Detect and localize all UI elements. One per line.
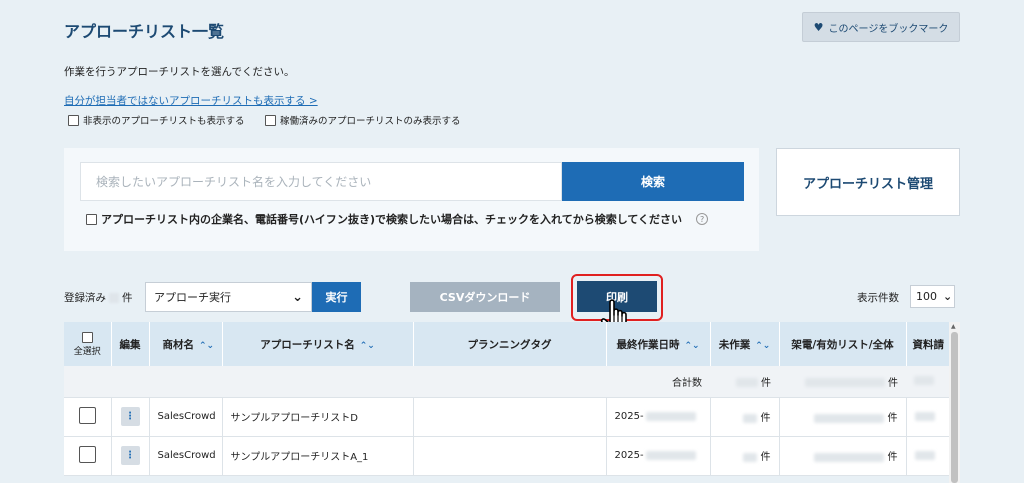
chevron-down-icon: ⌄ <box>943 290 953 303</box>
summary-unit: 件 <box>888 377 898 389</box>
hidden-lists-checkbox[interactable] <box>68 114 79 126</box>
row-calls: 件 <box>779 436 907 476</box>
calls-header: 架電/有効リスト/全体 <box>779 322 907 366</box>
sort-icon[interactable]: ⌃⌄ <box>199 341 214 351</box>
execute-button[interactable]: 実行 <box>312 282 361 312</box>
row-product: SalesCrowd <box>149 436 223 476</box>
company-search-checkbox[interactable] <box>86 213 97 225</box>
registered-count-value <box>109 293 119 303</box>
row-calls: 件 <box>779 397 907 437</box>
manage-lists-button[interactable]: アプローチリスト管理 <box>776 148 960 216</box>
table-row[interactable]: ⋮ SalesCrowd サンプルアプローチリストD 2025- 件 件 <box>64 397 950 437</box>
row-edit-cell[interactable]: ⋮ <box>111 436 150 476</box>
registered-count: 登録済み 件 <box>64 290 133 305</box>
row-unit: 件 <box>887 413 898 424</box>
row-materials <box>906 436 950 476</box>
row-list-name[interactable]: サンプルアプローチリストD <box>222 397 414 437</box>
list-name-header-label: アプローチリスト名 <box>260 338 355 351</box>
row-unit: 件 <box>760 452 771 463</box>
row-list-name[interactable]: サンプルアプローチリストA_1 <box>222 436 414 476</box>
row-checkbox-cell[interactable] <box>64 436 112 476</box>
bookmark-button[interactable]: ♥ このページをブックマーク <box>802 12 960 42</box>
summary-spacer <box>64 366 606 398</box>
summary-materials <box>906 366 949 398</box>
row-materials <box>906 397 950 437</box>
materials-header: 資料請 <box>906 322 950 366</box>
list-name-header[interactable]: アプローチリスト名 ⌃⌄ <box>222 322 414 366</box>
edit-menu-icon[interactable]: ⋮ <box>120 407 140 426</box>
summary-calls: 件 <box>779 366 906 398</box>
search-button[interactable]: 検索 <box>562 162 744 201</box>
row-unworked: 件 <box>710 397 780 437</box>
action-select[interactable]: アプローチ実行 ⌄ <box>145 282 312 312</box>
unworked-header[interactable]: 未作業 ⌃⌄ <box>710 322 780 366</box>
planning-tag-header: プランニングタグ <box>413 322 607 366</box>
row-last-work: 2025- <box>606 397 711 437</box>
hidden-lists-label: 非表示のアプローチリストも表示する <box>83 116 245 127</box>
edit-menu-icon[interactable]: ⋮ <box>120 446 140 465</box>
active-lists-checkbox[interactable] <box>265 114 276 126</box>
row-unworked: 件 <box>710 436 780 476</box>
row-checkbox-cell[interactable] <box>64 397 112 437</box>
registered-prefix: 登録済み <box>64 292 106 304</box>
csv-download-button[interactable]: CSVダウンロード <box>410 282 560 312</box>
page-size-label: 表示件数 <box>857 292 899 304</box>
sort-icon[interactable]: ⌃⌄ <box>755 341 770 351</box>
scroll-up-icon[interactable]: ▲ <box>951 323 956 330</box>
row-planning-tag <box>413 436 607 476</box>
summary-label: 合計数 <box>606 366 710 398</box>
help-icon[interactable]: ? <box>696 213 709 225</box>
heart-icon: ♥ <box>813 20 824 34</box>
select-all-header[interactable]: 全選択 <box>64 322 112 366</box>
edit-header: 編集 <box>111 322 150 366</box>
row-last-work-value: 2025- <box>614 450 644 461</box>
scrollbar-thumb[interactable] <box>951 332 958 483</box>
summary-row: 合計数 件 件 <box>64 366 949 398</box>
product-header-label: 商材名 <box>162 338 195 351</box>
search-input[interactable]: 検索したいアプローチリスト名を入力してください <box>80 162 562 201</box>
select-all-checkbox[interactable] <box>81 332 93 343</box>
company-search-label: アプローチリスト内の企業名、電話番号(ハイフン抜き)で検索したい場合は、チェック… <box>101 213 683 226</box>
summary-unworked: 件 <box>710 366 779 398</box>
page-title: アプローチリスト一覧 <box>64 22 225 41</box>
row-checkbox[interactable] <box>78 445 96 463</box>
chevron-down-icon: ⌄ <box>292 289 303 305</box>
row-last-work: 2025- <box>606 436 711 476</box>
row-product: SalesCrowd <box>149 397 223 437</box>
unworked-header-label: 未作業 <box>718 338 751 351</box>
page-description: 作業を行うアプローチリストを選んでください。 <box>64 66 295 78</box>
row-checkbox[interactable] <box>78 406 96 424</box>
summary-unit: 件 <box>761 377 771 389</box>
active-lists-checkbox-row[interactable]: 稼働済みのアプローチリストのみ表示する <box>265 113 461 127</box>
action-select-value: アプローチ実行 <box>154 291 231 304</box>
active-lists-label: 稼働済みのアプローチリストのみ表示する <box>280 116 461 127</box>
page-size-value: 100 <box>916 290 937 303</box>
row-unit: 件 <box>760 413 771 424</box>
row-planning-tag <box>413 397 607 437</box>
row-edit-cell[interactable]: ⋮ <box>111 397 150 437</box>
last-work-header-label: 最終作業日時 <box>616 338 680 351</box>
last-work-header[interactable]: 最終作業日時 ⌃⌄ <box>606 322 711 366</box>
approach-list-table: 全選択 編集 商材名 ⌃⌄ アプローチリスト名 ⌃⌄ プランニングタグ 最終作業日時… <box>64 322 950 476</box>
registered-suffix: 件 <box>122 292 133 304</box>
select-all-label: 全選択 <box>73 346 101 357</box>
table-row[interactable]: ⋮ SalesCrowd サンプルアプローチリストA_1 2025- 件 件 <box>64 436 950 476</box>
bookmark-label: このページをブックマーク <box>828 23 949 35</box>
page-size-select[interactable]: 100 ⌄ <box>910 285 955 308</box>
company-search-checkbox-row[interactable]: アプローチリスト内の企業名、電話番号(ハイフン抜き)で検索したい場合は、チェック… <box>86 211 709 227</box>
row-last-work-value: 2025- <box>614 411 644 422</box>
row-unit: 件 <box>887 452 898 463</box>
table-header-row: 全選択 編集 商材名 ⌃⌄ アプローチリスト名 ⌃⌄ プランニングタグ 最終作業日時… <box>64 322 950 366</box>
product-header[interactable]: 商材名 ⌃⌄ <box>149 322 223 366</box>
sort-icon[interactable]: ⌃⌄ <box>684 341 699 351</box>
sort-icon[interactable]: ⌃⌄ <box>360 341 375 351</box>
show-others-link[interactable]: 自分が担当者ではないアプローチリストも表示する > <box>64 93 318 108</box>
hidden-lists-checkbox-row[interactable]: 非表示のアプローチリストも表示する <box>68 113 245 127</box>
